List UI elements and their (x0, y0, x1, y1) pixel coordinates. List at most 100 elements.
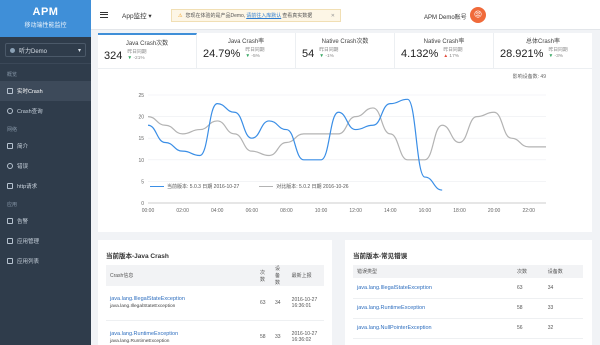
chevron-down-icon: ▾ (77, 47, 81, 54)
sidebar-item-crash-query[interactable]: Crash查询 (0, 101, 91, 121)
brand-title: APM (32, 6, 59, 18)
error-link[interactable]: java.lang.NullPointerException (357, 325, 432, 331)
bell-icon (7, 218, 13, 224)
arrow-down-icon: ▼ (548, 54, 554, 60)
x-tick-label: 02:00 (176, 208, 189, 214)
sidebar-item-app-manage[interactable]: 应用管理 (0, 231, 91, 251)
crash-devices: 33 (271, 320, 288, 345)
crash-link[interactable]: java.lang.IllegalStateException (110, 296, 185, 302)
crash-devices: 34 (271, 286, 288, 321)
y-tick-label: 10 (138, 158, 144, 164)
error-devices: 33 (543, 298, 583, 319)
crash-time: 2016-10-27 16:36:01 (287, 286, 324, 321)
warning-icon: ⚠ (178, 12, 183, 19)
chevron-down-icon: ▾ (148, 12, 152, 20)
brand[interactable]: APM 移动端性能监控 (0, 0, 91, 37)
legend-label: 对比版本: 5.0.2 日期 2016-10-26 (276, 184, 349, 190)
sidebar-item-label: 应用列表 (17, 259, 40, 265)
y-tick-label: 15 (138, 136, 144, 142)
table-row[interactable]: java.lang.RuntimeException java.lang.Runt… (106, 320, 324, 345)
alert-link[interactable]: 请前往入库默认 (246, 12, 281, 19)
kpi-label: Java Crash次数 (125, 41, 169, 47)
list-icon (7, 183, 13, 189)
sidebar-item-label: 简介 (17, 144, 29, 150)
x-tick-label: 16:00 (419, 208, 432, 214)
card-title: 当前版本-常见错误 (353, 253, 408, 260)
sidebar-item-alarm[interactable]: 告警 (0, 211, 91, 231)
table-row[interactable]: java.lang.IllegalStateException 63 34 (353, 278, 583, 299)
y-tick-label: 25 (138, 93, 144, 99)
crash-count: 63 (256, 286, 272, 321)
x-tick-label: 18:00 (453, 208, 466, 214)
legend-item-current[interactable]: 当前版本: 5.0.3 日期 2016-10-27 (150, 183, 239, 190)
app-selector[interactable]: 听力Demo ▾ (5, 43, 86, 57)
search-icon (7, 108, 13, 114)
close-icon[interactable]: ✕ (331, 13, 335, 19)
sidebar-item-label: Crash查询 (17, 109, 43, 115)
table-row[interactable]: java.lang.NullPointerException 56 32 (353, 318, 583, 339)
sidebar-item-app-list[interactable]: 应用列表 (0, 251, 91, 271)
y-tick-label: 0 (141, 201, 144, 207)
kpi-compare: 昨日同期 ▼ -3% (548, 48, 567, 60)
error-devices: 34 (543, 278, 583, 299)
legend-swatch (150, 185, 164, 188)
column-header: Crash信息 (106, 265, 256, 286)
common-errors-card: 当前版本-常见错误 错误类型 次数 设备数 java.lang.IllegalS… (345, 240, 592, 345)
divider (0, 63, 91, 64)
error-devices: 32 (543, 318, 583, 339)
x-tick-label: 10:00 (315, 208, 328, 214)
kpi-compare-label: 昨日同期 (548, 48, 568, 53)
sidebar-item-label: 告警 (17, 219, 29, 225)
kpi-compare: 昨日同期 ▼ -1% (319, 48, 338, 60)
error-link[interactable]: java.lang.IllegalStateException (357, 285, 432, 291)
arrow-down-icon: ▼ (245, 54, 251, 60)
kpi-label: Java Crash率 (227, 39, 265, 45)
kpi-tile[interactable]: Native Crash次数 54 昨日同期 ▼ -1% (296, 33, 395, 68)
sidebar-section-app: 应用 (7, 202, 18, 208)
kpi-compare-value: -5% (251, 54, 260, 60)
error-link[interactable]: java.lang.RuntimeException (357, 305, 425, 311)
sidebar-item-label: 实时Crash (17, 89, 43, 95)
column-header: 错误类型 (353, 265, 513, 278)
kpi-value: 54 (302, 48, 315, 61)
crash-trend-chart: 0 5 10 15 20 25 00:00 02:00 04:00 06:00 08:00 10:00… (138, 93, 546, 214)
column-header: 设备数 (271, 265, 288, 286)
pin-icon (7, 163, 13, 169)
kpi-value: 324 (104, 50, 123, 63)
y-tick-label: 20 (138, 115, 144, 121)
kpi-tile[interactable]: Native Crash率 4.132% 昨日同期 ▲ 17% (395, 33, 494, 68)
kpi-tile[interactable]: Java Crash次数 324 昨日同期 ▼ -21% (98, 33, 197, 68)
x-tick-label: 08:00 (280, 208, 293, 214)
sidebar-item-errors[interactable]: 错误 (0, 156, 91, 176)
sidebar-item-realtime-crash[interactable]: 实时Crash (0, 81, 91, 101)
column-header: 设备数 (543, 265, 583, 278)
menu-icon[interactable] (100, 11, 108, 18)
kpi-compare: 昨日同期 ▼ -21% (127, 50, 146, 62)
column-header: 次数 (256, 265, 272, 286)
sidebar-item-http[interactable]: http请求 (0, 176, 91, 196)
arrow-down-icon: ▼ (127, 56, 133, 62)
apps-icon (7, 258, 13, 264)
x-tick-label: 22:00 (522, 208, 535, 214)
kpi-tile[interactable]: 总体Crash率 28.921% 昨日同期 ▼ -3% (494, 33, 592, 68)
x-tick-label: 06:00 (246, 208, 259, 214)
brand-subtitle: 移动端性能监控 (24, 23, 67, 29)
error-count: 63 (513, 278, 544, 299)
app-root: APM 移动端性能监控 听力Demo ▾ 概览 实时Crash Crash查询 … (0, 0, 600, 345)
y-tick-label: 5 (141, 179, 144, 185)
account-name[interactable]: APM Demo账号 (424, 12, 467, 21)
crash-link[interactable]: java.lang.RuntimeException (110, 331, 178, 337)
column-header: 最新上报 (287, 265, 324, 286)
sidebar-section-network: 网络 (7, 127, 18, 133)
demo-alert: ⚠ 您现在体验的是产品Demo, 请前往入库默认 查看真实数据 ✕ (171, 9, 341, 22)
device-count: 影响设备数: 49 (512, 74, 546, 80)
table-row[interactable]: java.lang.RuntimeException 58 33 (353, 298, 583, 319)
kpi-tile[interactable]: Java Crash率 24.79% 昨日同期 ▼ -5% (197, 33, 296, 68)
sidebar-item-intro[interactable]: 简介 (0, 136, 91, 156)
app-monitor-dropdown[interactable]: App监控 ▾ (122, 10, 152, 20)
kpi-label: Native Crash次数 (321, 39, 369, 45)
table-row[interactable]: java.lang.IllegalStateException java.lang… (106, 286, 324, 321)
card-title: 当前版本-Java Crash (106, 253, 169, 260)
avatar[interactable]: 😡 (470, 7, 486, 23)
legend-item-compare[interactable]: 对比版本: 5.0.2 日期 2016-10-26 (259, 183, 349, 190)
